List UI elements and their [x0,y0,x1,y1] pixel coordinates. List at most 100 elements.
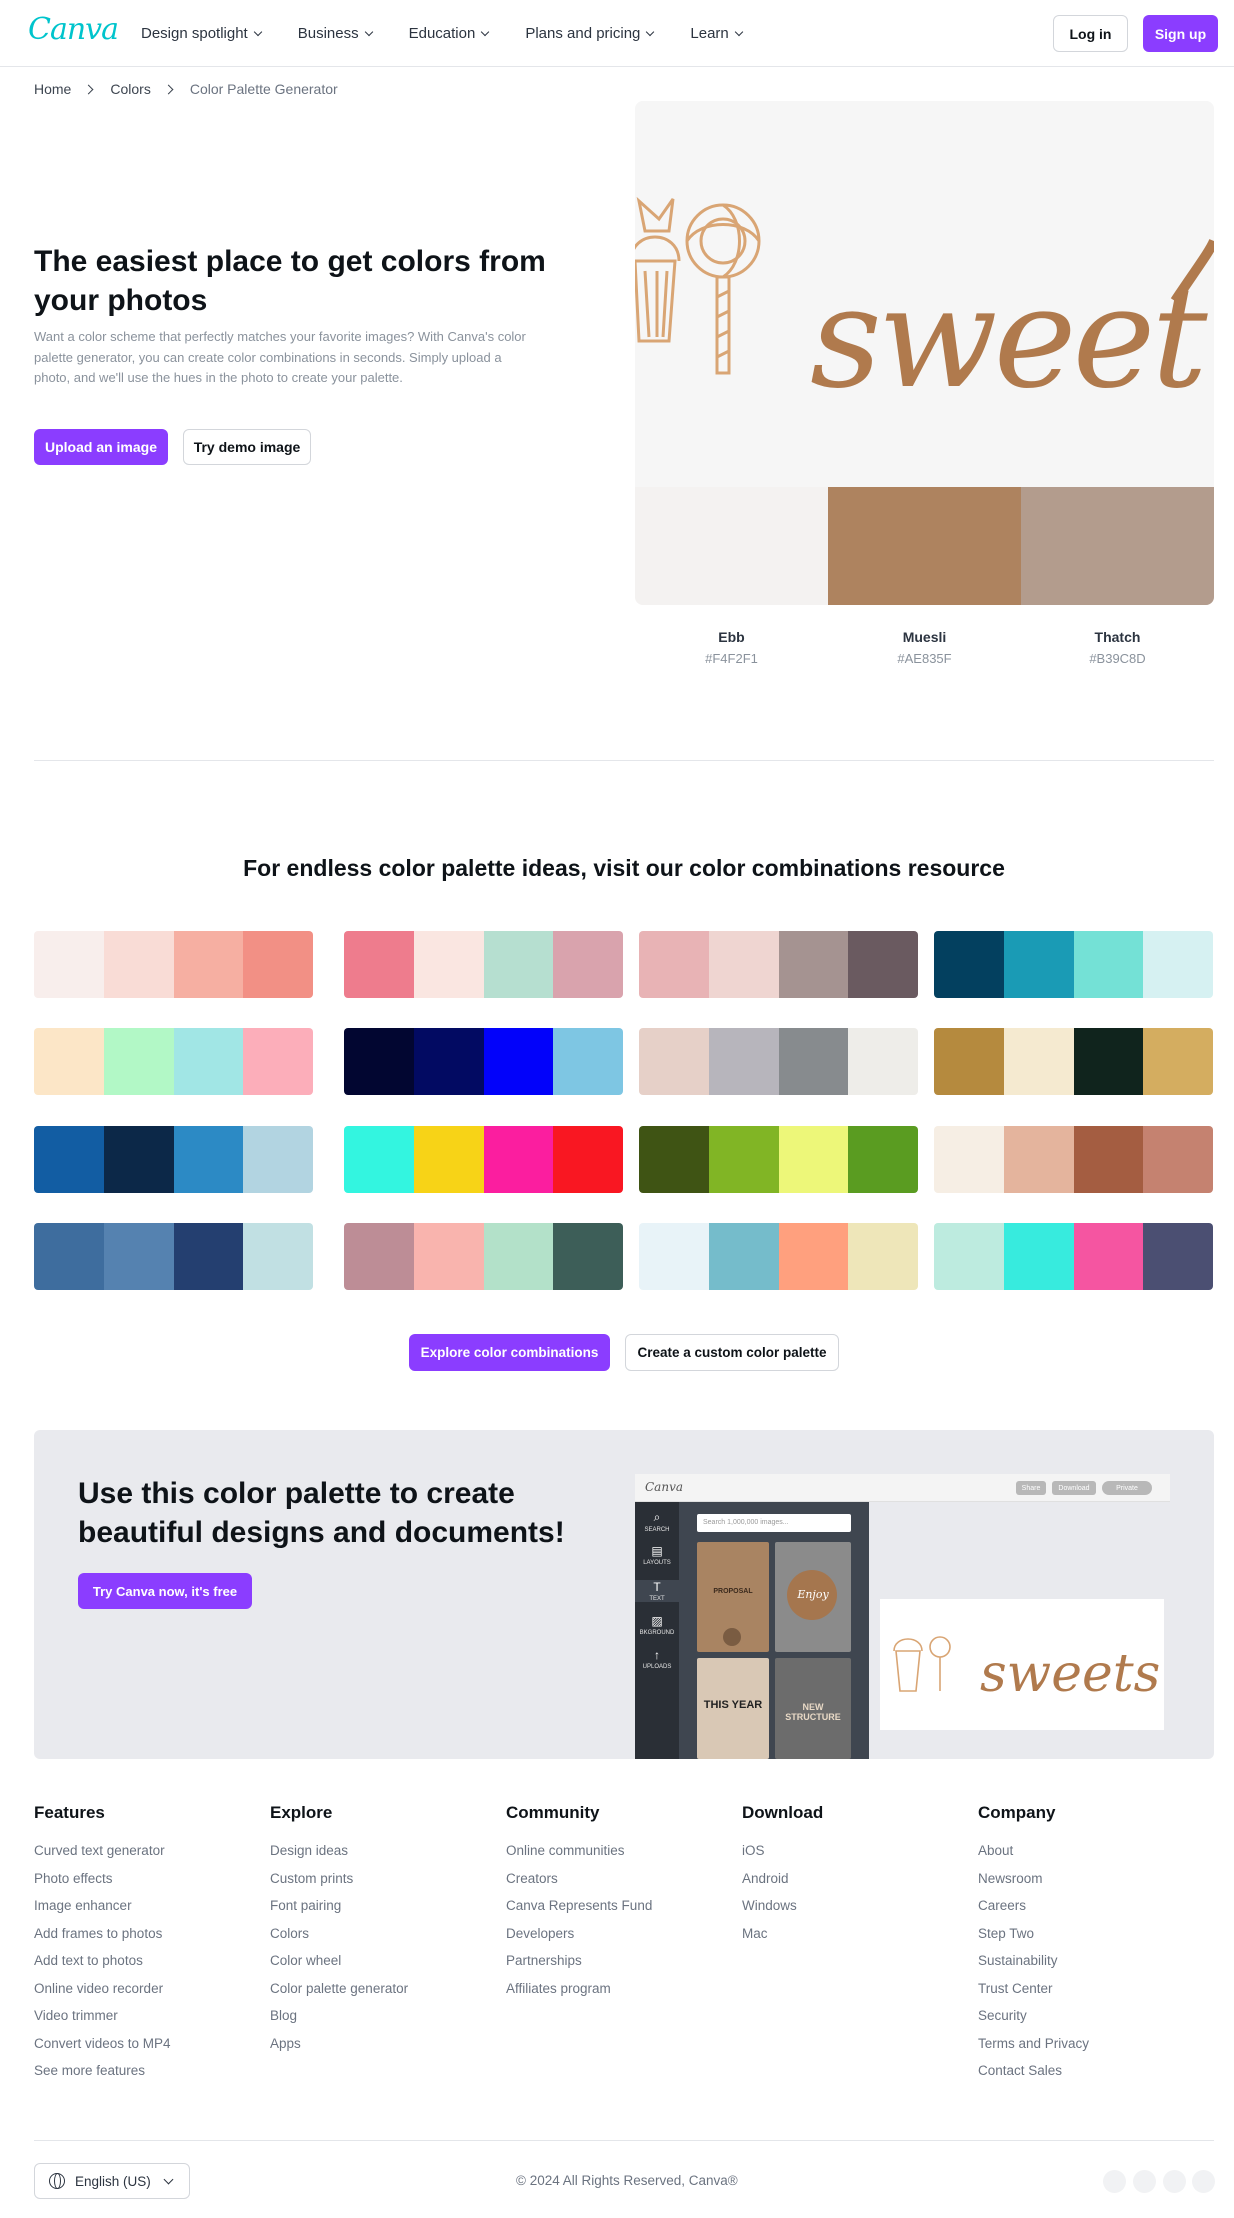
footer-link[interactable]: Mac [742,1920,823,1948]
footer-link[interactable]: Color wheel [270,1947,408,1975]
create-custom-palette-button[interactable]: Create a custom color palette [625,1334,839,1371]
footer-link[interactable]: Color palette generator [270,1975,408,2003]
nav-item-learn[interactable]: Learn [690,25,744,42]
color-palette-card[interactable] [639,1126,918,1193]
editor-share-button: Share [1016,1481,1046,1495]
color-palette-card[interactable] [344,1126,623,1193]
footer-link[interactable]: Sustainability [978,1947,1089,1975]
nav-item-design-spotlight[interactable]: Design spotlight [141,25,262,42]
footer-link[interactable]: Android [742,1865,823,1893]
chevron-right-icon [163,84,174,94]
color-palette-card[interactable] [34,1126,313,1193]
palette-color [553,1028,623,1095]
footer-link[interactable]: iOS [742,1837,823,1865]
top-navigation: Canva Design spotlight Business Educatio… [0,0,1234,67]
swatch-hex[interactable]: #F4F2F1 [635,651,828,666]
footer-link[interactable]: Convert videos to MP4 [34,2030,171,2058]
footer-link[interactable]: Video trimmer [34,2002,171,2030]
social-icon[interactable] [1192,2170,1215,2193]
color-palette-card[interactable] [34,1028,313,1095]
explore-color-combinations-button[interactable]: Explore color combinations [409,1334,610,1371]
color-palette-card[interactable] [934,1028,1213,1095]
tile-badge [723,1628,741,1646]
footer-link[interactable]: Custom prints [270,1865,408,1893]
footer-link[interactable]: Step Two [978,1920,1089,1948]
footer-link[interactable]: Windows [742,1892,823,1920]
color-palette-card[interactable] [639,931,918,998]
swatch-muesli[interactable] [828,487,1021,605]
nav-item-education[interactable]: Education [409,25,490,42]
canva-logo[interactable]: Canva [28,12,119,47]
palette-color [483,931,554,998]
color-palette-card[interactable] [934,931,1213,998]
footer-link[interactable]: Font pairing [270,1892,408,1920]
nav-label: Business [297,25,359,42]
footer-link[interactable]: About [978,1837,1089,1865]
breadcrumb-colors[interactable]: Colors [110,81,150,97]
footer-link[interactable]: Security [978,2002,1089,2030]
color-palette-card[interactable] [34,1223,313,1290]
footer-link[interactable]: Newsroom [978,1865,1089,1893]
footer-link[interactable]: Photo effects [34,1865,171,1893]
color-palette-card[interactable] [639,1223,918,1290]
social-icon[interactable] [1163,2170,1186,2193]
footer-divider [34,2140,1214,2141]
footer-link[interactable]: Apps [270,2030,408,2058]
swatch-hex[interactable]: #AE835F [828,651,1021,666]
footer-link[interactable]: Terms and Privacy [978,2030,1089,2058]
footer-link[interactable]: Partnerships [506,1947,652,1975]
swatch-thatch[interactable] [1021,487,1214,605]
footer-link[interactable]: Contact Sales [978,2057,1089,2085]
palette-color [413,1028,484,1095]
palette-color [413,1126,484,1193]
footer-link[interactable]: Canva Represents Fund [506,1892,652,1920]
footer-link[interactable]: Colors [270,1920,408,1948]
color-palette-card[interactable] [934,1126,1213,1193]
color-palette-card[interactable] [344,931,623,998]
footer-link[interactable]: Image enhancer [34,1892,171,1920]
nav-label: Plans and pricing [525,25,641,42]
footer-link[interactable]: Design ideas [270,1837,408,1865]
palette-color [103,1028,174,1095]
upload-image-button[interactable]: Upload an image [34,429,168,465]
footer-link[interactable]: See more features [34,2057,171,2085]
swatch-name: Muesli [902,629,947,645]
signup-button[interactable]: Sign up [1143,15,1218,52]
editor-side-layouts: ▤ LAYOUTS [635,1544,679,1566]
footer-link[interactable]: Curved text generator [34,1837,171,1865]
footer-link[interactable]: Add text to photos [34,1947,171,1975]
footer-link[interactable]: Creators [506,1865,652,1893]
footer-heading: Features [34,1803,105,1822]
nav-item-business[interactable]: Business [297,25,373,42]
nav-item-plans-pricing[interactable]: Plans and pricing [525,25,655,42]
footer-link[interactable]: Blog [270,2002,408,2030]
breadcrumb-home[interactable]: Home [34,81,71,97]
footer-link[interactable]: Trust Center [978,1975,1089,2003]
color-palette-card[interactable] [344,1223,623,1290]
palette-color [243,1028,313,1095]
language-selector[interactable]: English (US) [34,2163,190,2199]
social-icon[interactable] [1103,2170,1126,2193]
palette-color [778,1223,849,1290]
swatch-ebb[interactable] [635,487,828,605]
swatch-hex[interactable]: #B39C8D [1021,651,1214,666]
color-palette-card[interactable] [934,1223,1213,1290]
try-canva-button[interactable]: Try Canva now, it's free [78,1573,252,1609]
footer-link[interactable]: Careers [978,1892,1089,1920]
background-icon: ▨ [651,1614,663,1628]
chevron-down-icon [481,27,490,36]
login-button[interactable]: Log in [1053,15,1128,52]
social-icon[interactable] [1133,2170,1156,2193]
color-palette-card[interactable] [639,1028,918,1095]
nav-label: Design spotlight [141,25,248,42]
footer-link[interactable]: Online video recorder [34,1975,171,2003]
color-palette-card[interactable] [344,1028,623,1095]
footer-link[interactable]: Add frames to photos [34,1920,171,1948]
footer-link[interactable]: Online communities [506,1837,652,1865]
footer-link[interactable]: Affiliates program [506,1975,652,2003]
color-palette-card[interactable] [34,931,313,998]
try-demo-image-button[interactable]: Try demo image [183,429,311,465]
palette-color [173,1028,244,1095]
footer-link[interactable]: Developers [506,1920,652,1948]
palette-color [243,931,313,998]
